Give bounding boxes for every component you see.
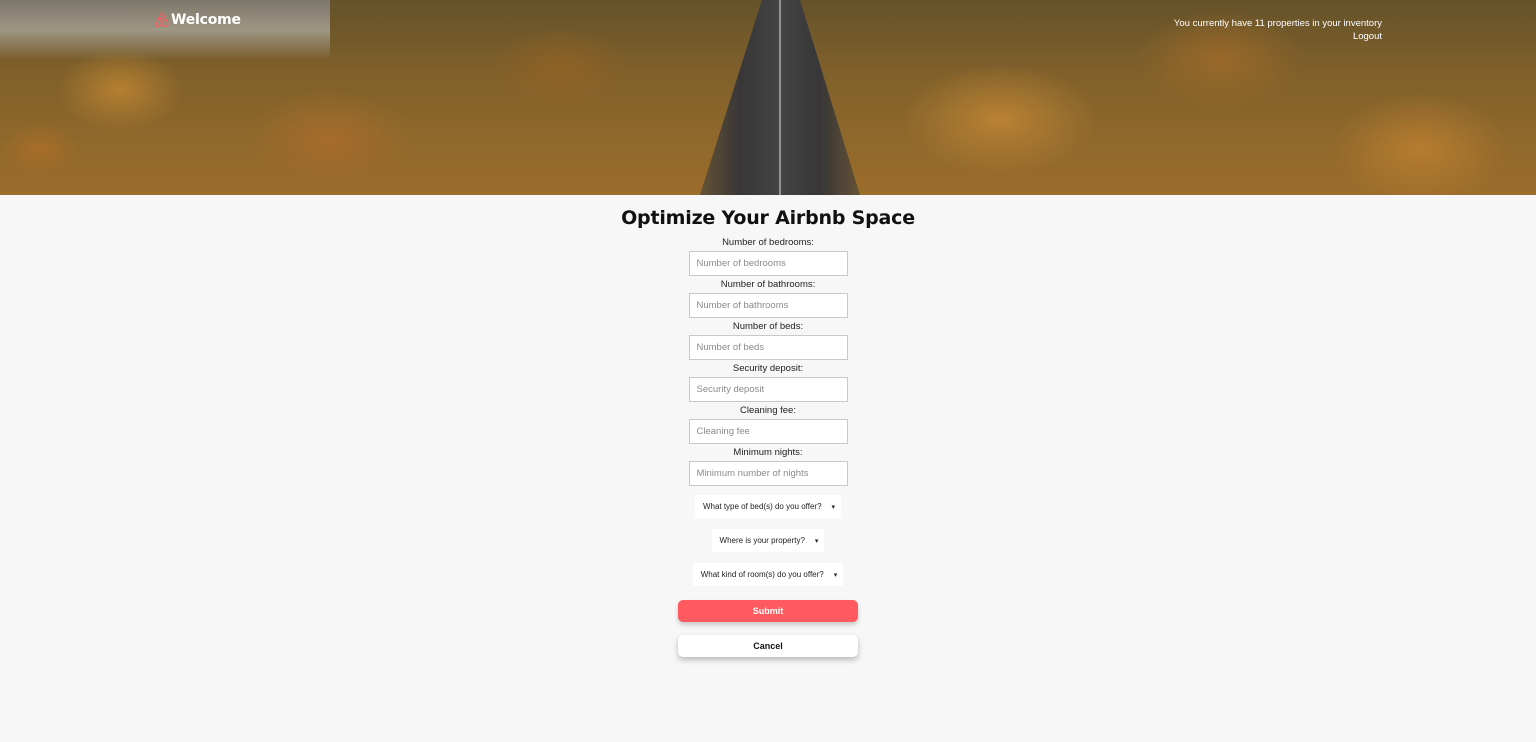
cleaning-fee-label: Cleaning fee: — [740, 405, 796, 416]
page-title: Optimize Your Airbnb Space — [621, 207, 915, 229]
chevron-down-icon: ▾ — [833, 571, 838, 579]
bedrooms-input[interactable] — [688, 251, 848, 276]
beds-label: Number of beds: — [732, 321, 804, 332]
bed-type-select-value: What type of bed(s) do you offer? — [702, 502, 822, 511]
header-user-info: You currently have 11 properties in your… — [1174, 18, 1382, 43]
room-type-select[interactable]: What kind of room(s) do you offer? ▾ — [692, 563, 844, 586]
airbnb-logo-icon — [155, 13, 169, 27]
minimum-nights-input[interactable] — [688, 461, 848, 486]
bedrooms-label: Number of bedrooms: — [722, 237, 814, 248]
brand-title: Welcome — [171, 12, 241, 28]
security-deposit-input[interactable] — [688, 377, 848, 402]
brand[interactable]: Welcome — [155, 12, 241, 28]
room-type-select-wrap: What kind of room(s) do you offer? ▾ — [668, 563, 868, 586]
chevron-down-icon: ▾ — [831, 503, 836, 511]
security-deposit-label: Security deposit: — [732, 363, 804, 374]
main-content: Optimize Your Airbnb Space Number of bed… — [0, 195, 1536, 657]
location-select-wrap: Where is your property? ▾ — [668, 529, 868, 552]
logout-link[interactable]: Logout — [1174, 31, 1382, 44]
cancel-button[interactable]: Cancel — [678, 635, 858, 657]
beds-input[interactable] — [688, 335, 848, 360]
optimize-form: Number of bedrooms: Number of bathrooms:… — [668, 237, 868, 657]
bed-type-select-wrap: What type of bed(s) do you offer? ▾ — [668, 495, 868, 518]
bed-type-select[interactable]: What type of bed(s) do you offer? ▾ — [694, 495, 842, 518]
submit-button[interactable]: Submit — [678, 600, 858, 622]
minimum-nights-label: Minimum nights: — [733, 447, 803, 458]
inventory-count-text: You currently have 11 properties in your… — [1173, 18, 1382, 29]
bathrooms-label: Number of bathrooms: — [720, 279, 816, 290]
location-select[interactable]: Where is your property? ▾ — [711, 529, 825, 552]
location-select-value: Where is your property? — [719, 536, 805, 545]
room-type-select-value: What kind of room(s) do you offer? — [700, 570, 824, 579]
chevron-down-icon: ▾ — [814, 537, 819, 545]
bathrooms-input[interactable] — [688, 293, 848, 318]
hero-banner: Welcome You currently have 11 properties… — [0, 0, 1536, 195]
cleaning-fee-input[interactable] — [688, 419, 848, 444]
